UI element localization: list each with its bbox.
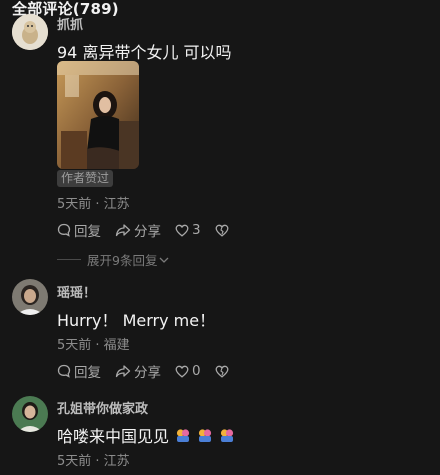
hugging-emoji-icon [176,429,190,442]
expand-replies-button[interactable]: 展开9条回复 [57,250,169,269]
like-button[interactable]: 0 [175,363,201,379]
comment-username[interactable]: 瑶瑶！ [57,282,96,301]
divider-line [57,259,81,260]
comment-meta: 5天前 · 福建 [57,338,130,353]
comment-actions: 回复 分享 3 [57,220,246,240]
comment-text: 哈喽来中国见见 [57,427,170,446]
comment-row: 哈喽来中国见见 [57,423,235,447]
avatar[interactable] [12,279,48,315]
avatar-photo-icon [12,279,48,315]
comment-username[interactable]: 抓抓 [57,14,83,33]
broken-heart-icon [215,365,229,378]
avatar-cartoon-icon [12,14,48,50]
comment-text: Hurry！ Merry me！ [57,311,216,330]
heart-icon [175,365,189,378]
reply-label: 回复 [74,224,101,240]
share-label: 分享 [134,224,161,240]
avatar[interactable] [12,14,48,50]
share-label: 分享 [134,365,161,381]
comment-username[interactable]: 孔姐带你做家政 [57,398,148,417]
dislike-button[interactable] [215,365,232,378]
reply-button[interactable]: 回复 [57,220,101,240]
photo-image [57,61,139,169]
heart-icon [175,224,189,237]
speech-bubble-icon [57,223,71,237]
dislike-button[interactable] [215,224,232,237]
like-count: 0 [192,363,201,379]
avatar-photo-icon [12,396,48,432]
speech-bubble-icon [57,364,71,378]
reply-button[interactable]: 回复 [57,361,101,381]
comment-text: 94 离异带个女儿 可以吗 [57,43,232,62]
share-arrow-icon [115,365,131,378]
comment-meta: 5天前 · 江苏 [57,197,130,212]
author-liked-badge: 作者赞过 [57,170,114,187]
expand-replies-label: 展开9条回复 [87,253,158,268]
reply-label: 回复 [74,365,101,381]
comment-meta: 5天前 · 江苏 [57,454,130,469]
like-count: 3 [192,222,201,238]
avatar[interactable] [12,396,48,432]
hugging-emoji-icon [198,429,212,442]
share-button[interactable]: 分享 [115,361,161,381]
share-arrow-icon [115,224,131,237]
comment-actions: 回复 分享 0 [57,361,246,381]
comment-photo[interactable] [57,61,139,169]
share-button[interactable]: 分享 [115,220,161,240]
like-button[interactable]: 3 [175,222,201,238]
broken-heart-icon [215,224,229,237]
chevron-down-icon [159,257,169,263]
hugging-emoji-icon [220,429,234,442]
